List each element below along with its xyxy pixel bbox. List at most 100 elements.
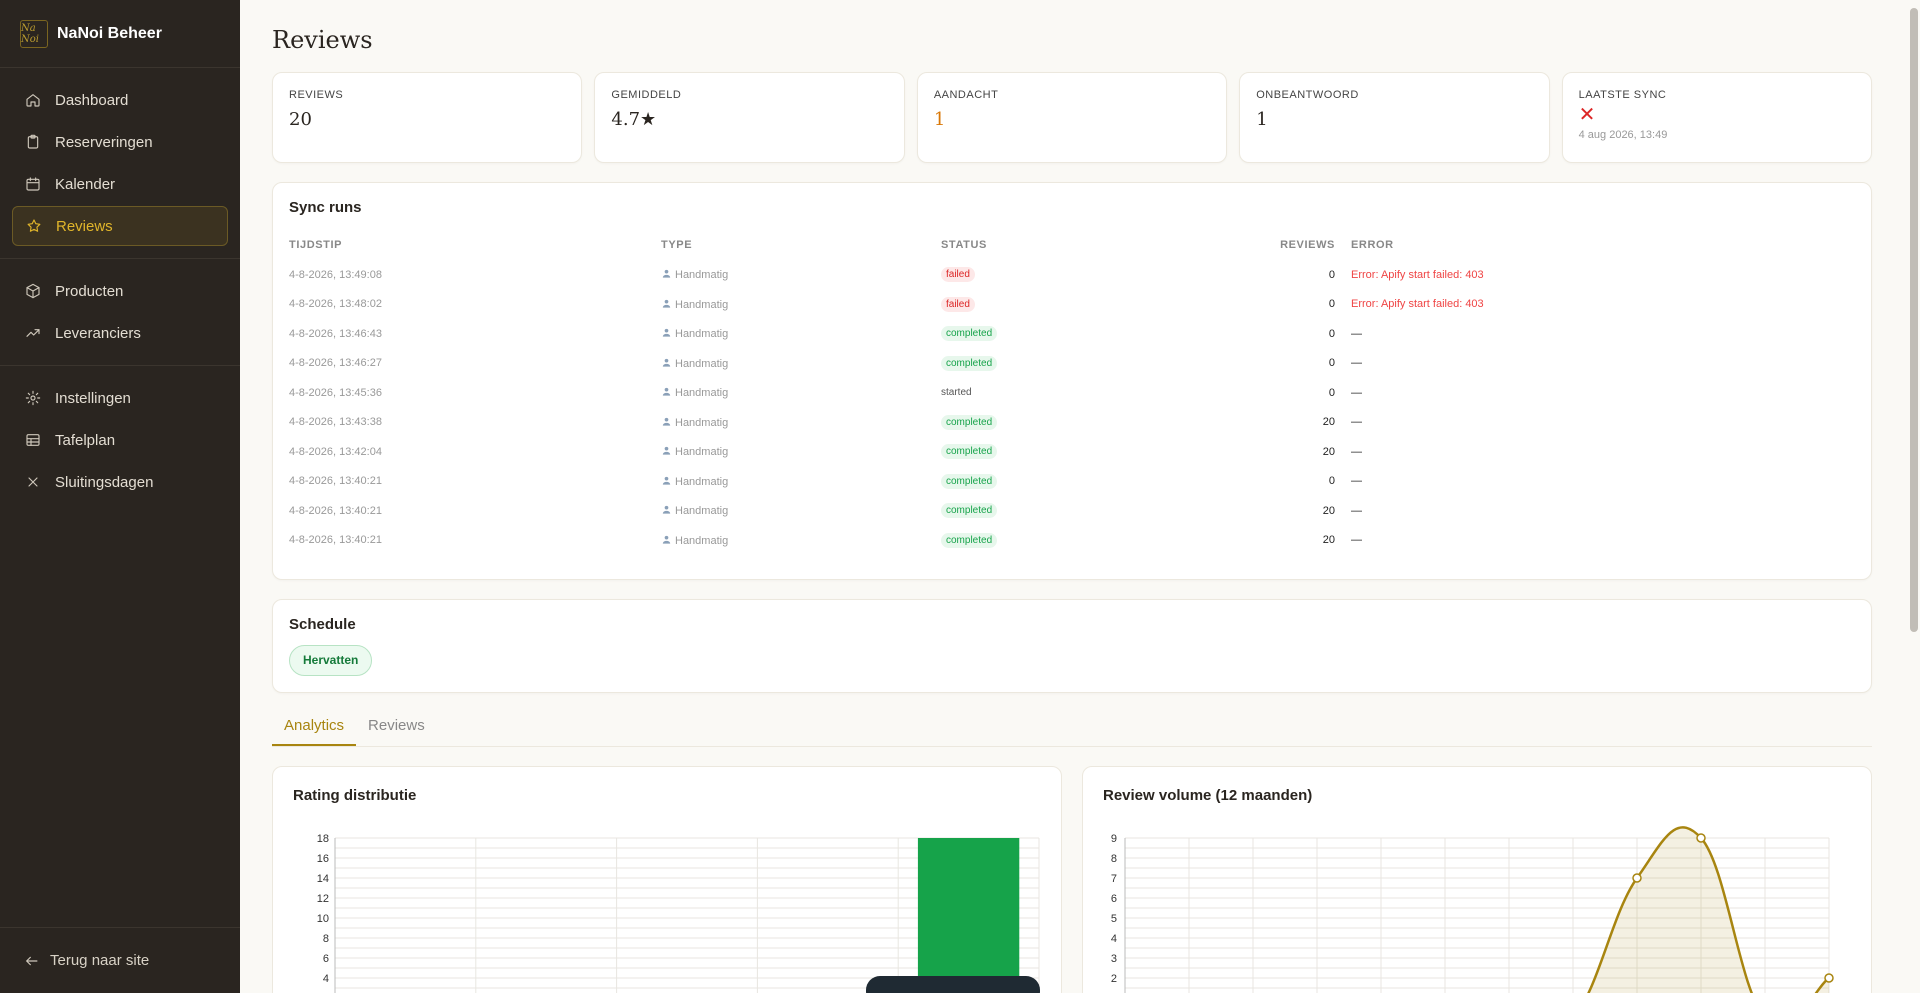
arrow-left-icon xyxy=(25,956,38,965)
col-header-reviews: REVIEWS xyxy=(1280,239,1335,251)
stat-label: AANDACHT xyxy=(933,89,999,101)
table-row: 4-8-2026, 13:40:21 Handmatig completed 0 — xyxy=(289,467,1855,497)
charts-row: Rating distributie 4 6 8 10 12 14 16 18 Review … xyxy=(272,766,1872,993)
sidebar-item-sluitingsdagen[interactable]: Sluitingsdagen xyxy=(12,462,228,502)
user-icon xyxy=(662,447,671,455)
cell-type: Handmatig xyxy=(661,526,941,556)
scrollbar[interactable] xyxy=(1910,8,1918,632)
sidebar-item-label: Sluitingsdagen xyxy=(55,473,154,491)
cell-error: Error: Apify start failed: 403 xyxy=(1351,298,1484,311)
stat-value: 20 xyxy=(289,109,312,130)
y-tick-label: 2 xyxy=(1111,973,1117,985)
stat-card-last-sync: LAATSTE SYNC ✕ 4 aug 2026, 13:49 xyxy=(1561,72,1873,163)
y-tick-label: 6 xyxy=(1111,893,1117,905)
sidebar-item-dashboard[interactable]: Dashboard xyxy=(12,80,228,120)
status-badge: completed xyxy=(941,355,998,371)
sidebar-item-reserveringen[interactable]: Reserveringen xyxy=(12,122,228,162)
cell-time: 4-8-2026, 13:40:21 xyxy=(289,475,382,488)
sidebar: Na Noi NaNoi Beheer Dashboard Reserverin… xyxy=(0,0,240,993)
table-icon xyxy=(26,434,40,446)
cell-status: completed xyxy=(941,319,1221,349)
col-header-status: STATUS xyxy=(941,239,987,251)
sidebar-item-label: Tafelplan xyxy=(55,431,116,449)
table-row: 4-8-2026, 13:42:04 Handmatig completed 20 — xyxy=(289,437,1855,467)
cell-status: failed xyxy=(941,260,1221,290)
sidebar-item-producten[interactable]: Producten xyxy=(12,271,228,311)
sidebar-item-label: Leveranciers xyxy=(55,324,141,342)
main-content: Reviews REVIEWS 20 GEMIDDELD 4.7★ AANDAC… xyxy=(272,0,1873,993)
cell-error: — xyxy=(1351,416,1362,429)
y-tick-label: 16 xyxy=(317,853,329,865)
trend-icon xyxy=(26,329,40,337)
tab-reviews[interactable]: Reviews xyxy=(356,715,437,746)
stat-card-average: GEMIDDELD 4.7★ xyxy=(594,72,905,163)
calendar-icon xyxy=(26,177,40,191)
status-badge: failed xyxy=(941,296,975,312)
cell-time: 4-8-2026, 13:40:21 xyxy=(289,504,382,517)
cell-error: — xyxy=(1351,504,1362,517)
sidebar-item-reviews[interactable]: Reviews xyxy=(12,206,228,246)
sync-runs-title: Sync runs xyxy=(289,199,362,216)
back-to-site-link[interactable]: Terug naar site xyxy=(0,927,240,993)
user-icon xyxy=(662,299,671,308)
stat-label: REVIEWS xyxy=(289,89,344,101)
user-icon xyxy=(662,358,671,367)
y-tick-label: 8 xyxy=(1111,853,1117,865)
cell-type: Handmatig xyxy=(661,319,941,349)
y-tick-label: 4 xyxy=(1111,933,1117,945)
rating-distribution-card: Rating distributie 4 6 8 10 12 14 16 18 xyxy=(272,766,1062,993)
close-icon xyxy=(28,477,38,487)
last-sync-time: 4 aug 2026, 13:49 xyxy=(1578,129,1668,141)
status-badge: completed xyxy=(941,532,998,548)
cell-error: — xyxy=(1351,534,1362,547)
table-header-row: TIJDSTIP TYPE STATUS REVIEWS ERROR xyxy=(289,230,1855,260)
resume-button[interactable]: Hervatten xyxy=(289,645,373,676)
y-tick-label: 5 xyxy=(1111,913,1117,925)
status-badge: started xyxy=(941,387,972,399)
stats-row: REVIEWS 20 GEMIDDELD 4.7★ AANDACHT 1 ONB… xyxy=(272,72,1873,163)
stat-card-reviews: REVIEWS 20 xyxy=(272,72,583,163)
sidebar-item-leveranciers[interactable]: Leveranciers xyxy=(12,313,228,353)
data-point xyxy=(1696,833,1706,843)
cell-status: completed xyxy=(941,496,1221,526)
sidebar-item-instellingen[interactable]: Instellingen xyxy=(12,378,228,418)
cell-status: failed xyxy=(941,290,1221,320)
schedule-title: Schedule xyxy=(289,616,356,633)
user-icon xyxy=(662,476,671,485)
cell-status: completed xyxy=(941,467,1221,497)
cell-status: completed xyxy=(941,349,1221,379)
tabs: Analytics Reviews xyxy=(272,715,1872,747)
type-label: Handmatig xyxy=(675,505,729,518)
review-volume-chart: 2 3 4 5 6 7 8 9 xyxy=(1111,826,1834,993)
col-header-time: TIJDSTIP xyxy=(289,239,343,251)
nav-group-main: Dashboard Reserveringen Kalender Reviews xyxy=(0,68,240,259)
back-link-label: Terug naar site xyxy=(50,952,150,969)
type-label: Handmatig xyxy=(675,475,729,488)
cell-reviews: 0 xyxy=(1328,386,1335,399)
stat-label: LAATSTE SYNC xyxy=(1578,89,1667,101)
schedule-card: Schedule Hervatten xyxy=(272,599,1872,693)
sidebar-item-kalender[interactable]: Kalender xyxy=(12,164,228,204)
y-tick-label: 8 xyxy=(323,933,329,945)
table-row: 4-8-2026, 13:49:08 Handmatig failed 0 Error:… xyxy=(289,260,1855,290)
y-tick-label: 10 xyxy=(317,913,329,925)
type-label: Handmatig xyxy=(675,534,729,547)
brand[interactable]: Na Noi NaNoi Beheer xyxy=(0,0,240,68)
status-badge: completed xyxy=(941,503,998,519)
nav-group-inventory: Producten Leveranciers xyxy=(0,259,240,366)
status-badge: failed xyxy=(941,267,975,283)
cell-status: completed xyxy=(941,408,1221,438)
sidebar-item-label: Reserveringen xyxy=(55,133,153,151)
sync-failed-icon: ✕ xyxy=(1578,104,1596,126)
clipboard-icon xyxy=(27,134,39,149)
y-tick-label: 3 xyxy=(1111,953,1117,965)
status-badge: completed xyxy=(941,414,998,430)
tab-analytics[interactable]: Analytics xyxy=(272,715,357,746)
brand-name: NaNoi Beheer xyxy=(57,24,162,42)
cell-time: 4-8-2026, 13:46:43 xyxy=(289,327,382,340)
cell-reviews: 0 xyxy=(1328,327,1335,340)
floating-toolbar[interactable] xyxy=(866,976,1040,993)
sidebar-item-tafelplan[interactable]: Tafelplan xyxy=(12,420,228,460)
cell-time: 4-8-2026, 13:42:04 xyxy=(289,445,382,458)
cell-status: started xyxy=(941,378,1221,408)
